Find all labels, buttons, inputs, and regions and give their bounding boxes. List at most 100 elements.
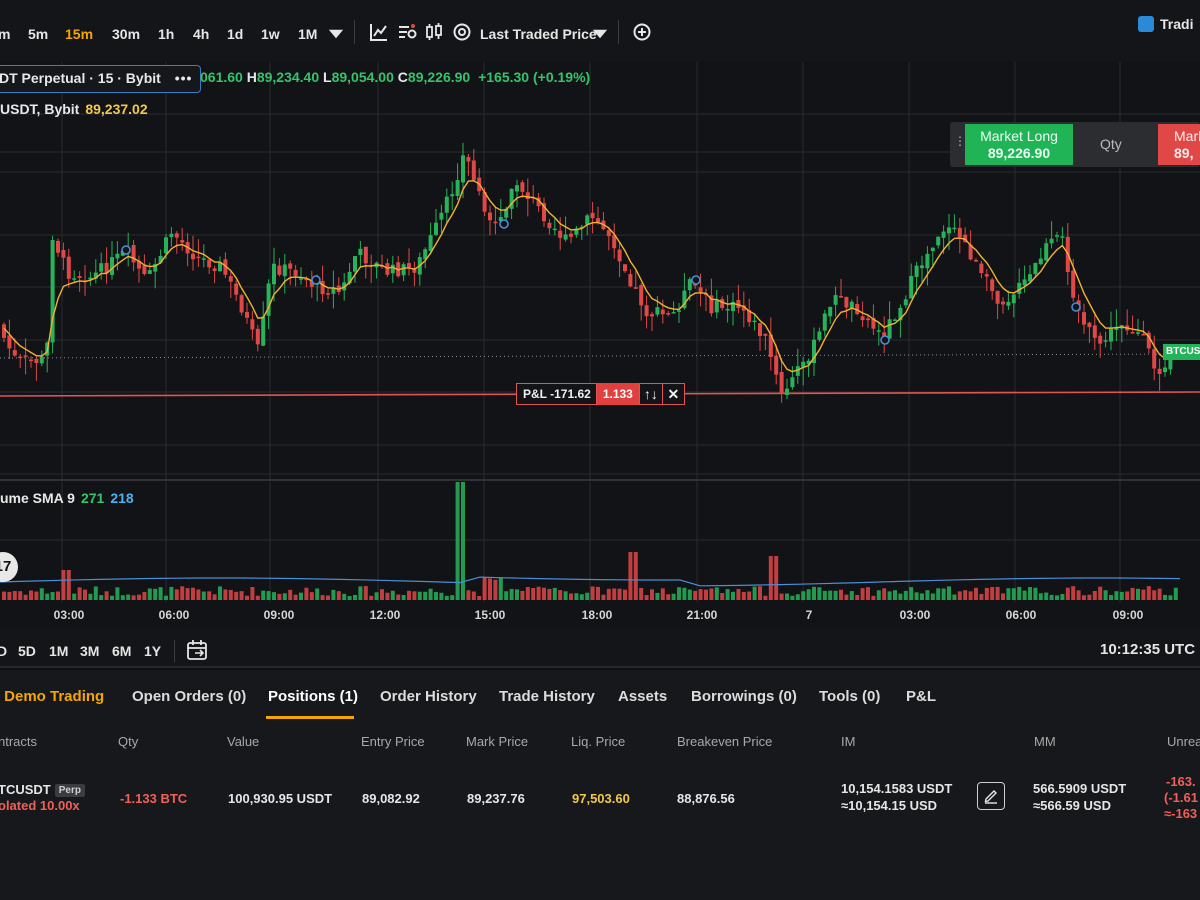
compare-symbol-legend[interactable]: USDT, Bybit 89,237.02 <box>0 101 148 117</box>
candle-body <box>617 249 622 262</box>
interval-1h-button[interactable]: 1h <box>158 26 174 42</box>
candle-body <box>990 279 995 292</box>
candle-body <box>947 227 951 234</box>
tab-positions[interactable]: Positions (1) <box>268 688 358 705</box>
volume-bar <box>315 588 320 600</box>
range-1m-button[interactable]: 1M <box>49 643 68 659</box>
ohlc-high: 89,234.40 <box>256 69 320 85</box>
tab-borrowings[interactable]: Borrowings (0) <box>691 688 797 705</box>
price-type-dropdown[interactable]: Last Traded Price <box>480 26 597 42</box>
ohlc-readout: 061.60 H89,234.40 L89,054.00 C89,226.90 … <box>200 69 590 85</box>
position-contract[interactable]: TCUSDT Perp <box>0 782 85 797</box>
trading-panel-button[interactable]: Tradi <box>1138 16 1200 38</box>
time-axis[interactable]: 03:00 06:00 09:00 12:00 15:00 18:00 21:0… <box>0 604 1200 626</box>
candle-body <box>228 276 233 282</box>
candle-body <box>1006 301 1011 306</box>
market-short-button[interactable]: Mark 89, <box>1158 124 1200 165</box>
volume-bar <box>698 589 703 600</box>
candles-icon[interactable] <box>424 22 444 42</box>
add-icon[interactable] <box>632 22 652 42</box>
interval-15m-button[interactable]: 15m <box>65 26 93 42</box>
position-pnl-tag[interactable]: P&L -171.62 1.133 ↑↓ ✕ <box>516 383 685 405</box>
calendar-icon[interactable] <box>186 639 208 661</box>
candle-body <box>201 258 206 260</box>
candle-body <box>666 313 671 315</box>
interval-1d-button[interactable]: 1d <box>227 26 243 42</box>
candle-body <box>1109 328 1113 342</box>
interval-button[interactable]: m <box>0 26 10 42</box>
close-position-icon[interactable]: ✕ <box>662 383 685 405</box>
volume-bar <box>56 591 60 600</box>
volume-legend[interactable]: ume SMA 9 271 218 <box>0 490 134 506</box>
volume-bar <box>974 587 978 600</box>
column-header-mark-price: Mark Price <box>466 734 529 749</box>
candle-body <box>439 212 444 220</box>
settings-icon[interactable] <box>452 22 472 42</box>
market-long-label: Market Long <box>980 128 1058 144</box>
column-header-value: Value <box>227 734 260 749</box>
volume-bar <box>493 579 498 600</box>
tab-open-orders[interactable]: Open Orders (0) <box>132 688 246 705</box>
candle-body <box>920 265 924 269</box>
volume-bar <box>677 587 681 600</box>
tab-assets[interactable]: Assets <box>618 688 667 705</box>
candle-body <box>1141 334 1146 336</box>
toolbar-divider <box>354 20 355 44</box>
chart-type-icon[interactable] <box>369 22 389 42</box>
volume-bar <box>1071 586 1076 600</box>
market-long-button[interactable]: Market Long 89,226.90 <box>965 124 1073 165</box>
candle-body <box>525 192 530 200</box>
volume-bar <box>579 594 584 600</box>
interval-1M-button[interactable]: 1M <box>298 26 317 42</box>
candle-body <box>725 308 730 311</box>
range-3m-button[interactable]: 3M <box>80 643 99 659</box>
volume-bar <box>806 589 811 600</box>
range-1d-button[interactable]: D <box>0 643 7 659</box>
interval-5m-button[interactable]: 5m <box>28 26 48 42</box>
candle-body <box>180 240 185 243</box>
edit-margin-button[interactable] <box>977 782 1005 810</box>
range-6m-button[interactable]: 6M <box>112 643 131 659</box>
drag-handle-icon[interactable]: ⋮ <box>954 134 966 154</box>
volume-bar <box>412 591 417 600</box>
volume-bar <box>612 588 617 600</box>
price-type-chevron-icon[interactable] <box>590 24 608 44</box>
volume-bar <box>164 595 168 600</box>
interval-30m-button[interactable]: 30m <box>112 26 140 42</box>
candle-body <box>833 295 838 305</box>
tab-pnl[interactable]: P&L <box>906 688 936 705</box>
volume-bar <box>731 591 735 600</box>
indicators-icon[interactable] <box>397 22 417 42</box>
more-options-icon[interactable]: ••• <box>175 70 193 86</box>
candle-body <box>282 264 287 277</box>
qty-input[interactable]: Qty <box>1100 136 1122 152</box>
interval-4h-button[interactable]: 4h <box>193 26 209 42</box>
candle-body <box>61 249 66 258</box>
reverse-position-icon[interactable]: ↑↓ <box>638 383 663 405</box>
candle-body <box>790 377 795 388</box>
volume-bar <box>250 586 255 600</box>
candle-body <box>401 264 406 276</box>
interval-1w-button[interactable]: 1w <box>261 26 280 42</box>
candle-body <box>817 331 822 340</box>
position-margin-mode[interactable]: olated 10.00x <box>0 798 80 813</box>
candle-body <box>2 324 6 338</box>
volume-bar <box>191 587 195 600</box>
volume-bar <box>671 593 676 600</box>
chevron-down-icon[interactable] <box>326 24 344 44</box>
candle-body <box>623 264 627 272</box>
price-chart[interactable]: DT Perpetual · 15 · Bybit ••• 061.60 H89… <box>0 62 1200 628</box>
symbol-legend[interactable]: DT Perpetual · 15 · Bybit ••• <box>0 65 202 93</box>
candle-body <box>444 196 449 213</box>
tab-tools[interactable]: Tools (0) <box>819 688 880 705</box>
candle-body <box>23 355 28 357</box>
candle-body <box>1001 301 1005 305</box>
tab-order-history[interactable]: Order History <box>380 688 477 705</box>
range-1y-button[interactable]: 1Y <box>144 643 161 659</box>
volume-bar <box>763 595 768 600</box>
candle-body <box>558 230 563 238</box>
candle-body <box>239 295 244 313</box>
utc-clock[interactable]: 10:12:35 UTC <box>1100 641 1195 658</box>
range-5d-button[interactable]: 5D <box>18 643 36 659</box>
tab-trade-history[interactable]: Trade History <box>499 688 595 705</box>
